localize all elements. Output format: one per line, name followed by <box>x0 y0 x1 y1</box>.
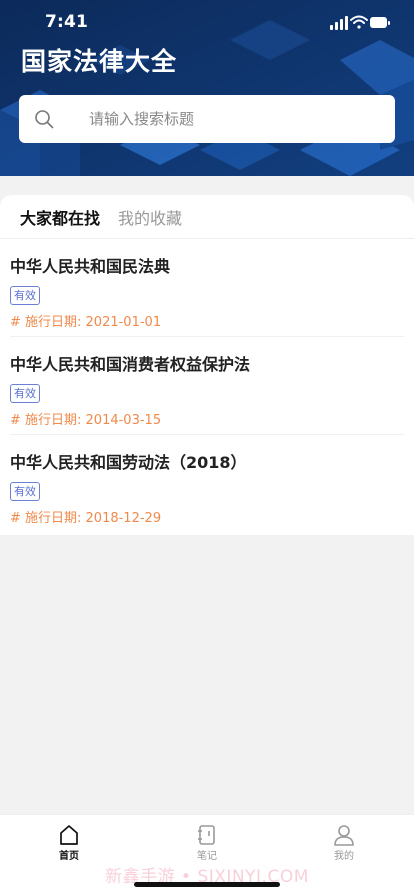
status-badge: 有效 <box>10 384 40 403</box>
notebook-icon <box>198 825 215 845</box>
status-time: 7:41 <box>45 12 89 32</box>
tab-notes-label: 笔记 <box>197 851 217 862</box>
home-indicator <box>134 882 280 887</box>
app-title: 国家法律大全 <box>21 47 178 76</box>
law-title: 中华人民共和国民法典 <box>10 257 171 276</box>
status-badge: 有效 <box>10 482 40 501</box>
status-bar: 7:41 <box>0 0 414 44</box>
list-item[interactable]: 中华人民共和国劳动法（2018） 有效 # 施行日期: 2018-12-29 <box>10 435 404 533</box>
tab-favorites[interactable]: 我的收藏 <box>118 205 182 229</box>
tab-home-label: 首页 <box>59 851 79 862</box>
law-date: # 施行日期: 2021-01-01 <box>10 315 162 330</box>
person-icon <box>334 825 354 846</box>
status-icons <box>330 15 390 30</box>
law-date: # 施行日期: 2014-03-15 <box>10 413 162 428</box>
list-item[interactable]: 中华人民共和国消费者权益保护法 有效 # 施行日期: 2014-03-15 <box>10 337 404 435</box>
search-icon <box>35 110 54 129</box>
tab-profile-label: 我的 <box>334 851 354 862</box>
battery-icon <box>370 17 390 28</box>
status-badge: 有效 <box>10 286 40 305</box>
tab-popular[interactable]: 大家都在找 <box>20 205 100 229</box>
search-input[interactable] <box>89 95 379 143</box>
law-title: 中华人民共和国消费者权益保护法 <box>10 355 251 374</box>
signal-icon <box>330 16 348 30</box>
search-box[interactable] <box>19 95 395 143</box>
law-title: 中华人民共和国劳动法（2018） <box>10 453 247 472</box>
header: 7:41 国家法律大全 <box>0 0 414 176</box>
home-icon <box>60 825 78 845</box>
tabs: 大家都在找 我的收藏 <box>0 195 414 239</box>
law-date: # 施行日期: 2018-12-29 <box>10 511 162 526</box>
list-item[interactable]: 中华人民共和国民法典 有效 # 施行日期: 2021-01-01 <box>10 239 404 337</box>
wifi-icon <box>350 15 368 29</box>
content-card: 大家都在找 我的收藏 中华人民共和国民法典 有效 # 施行日期: 2021-01… <box>0 195 414 535</box>
